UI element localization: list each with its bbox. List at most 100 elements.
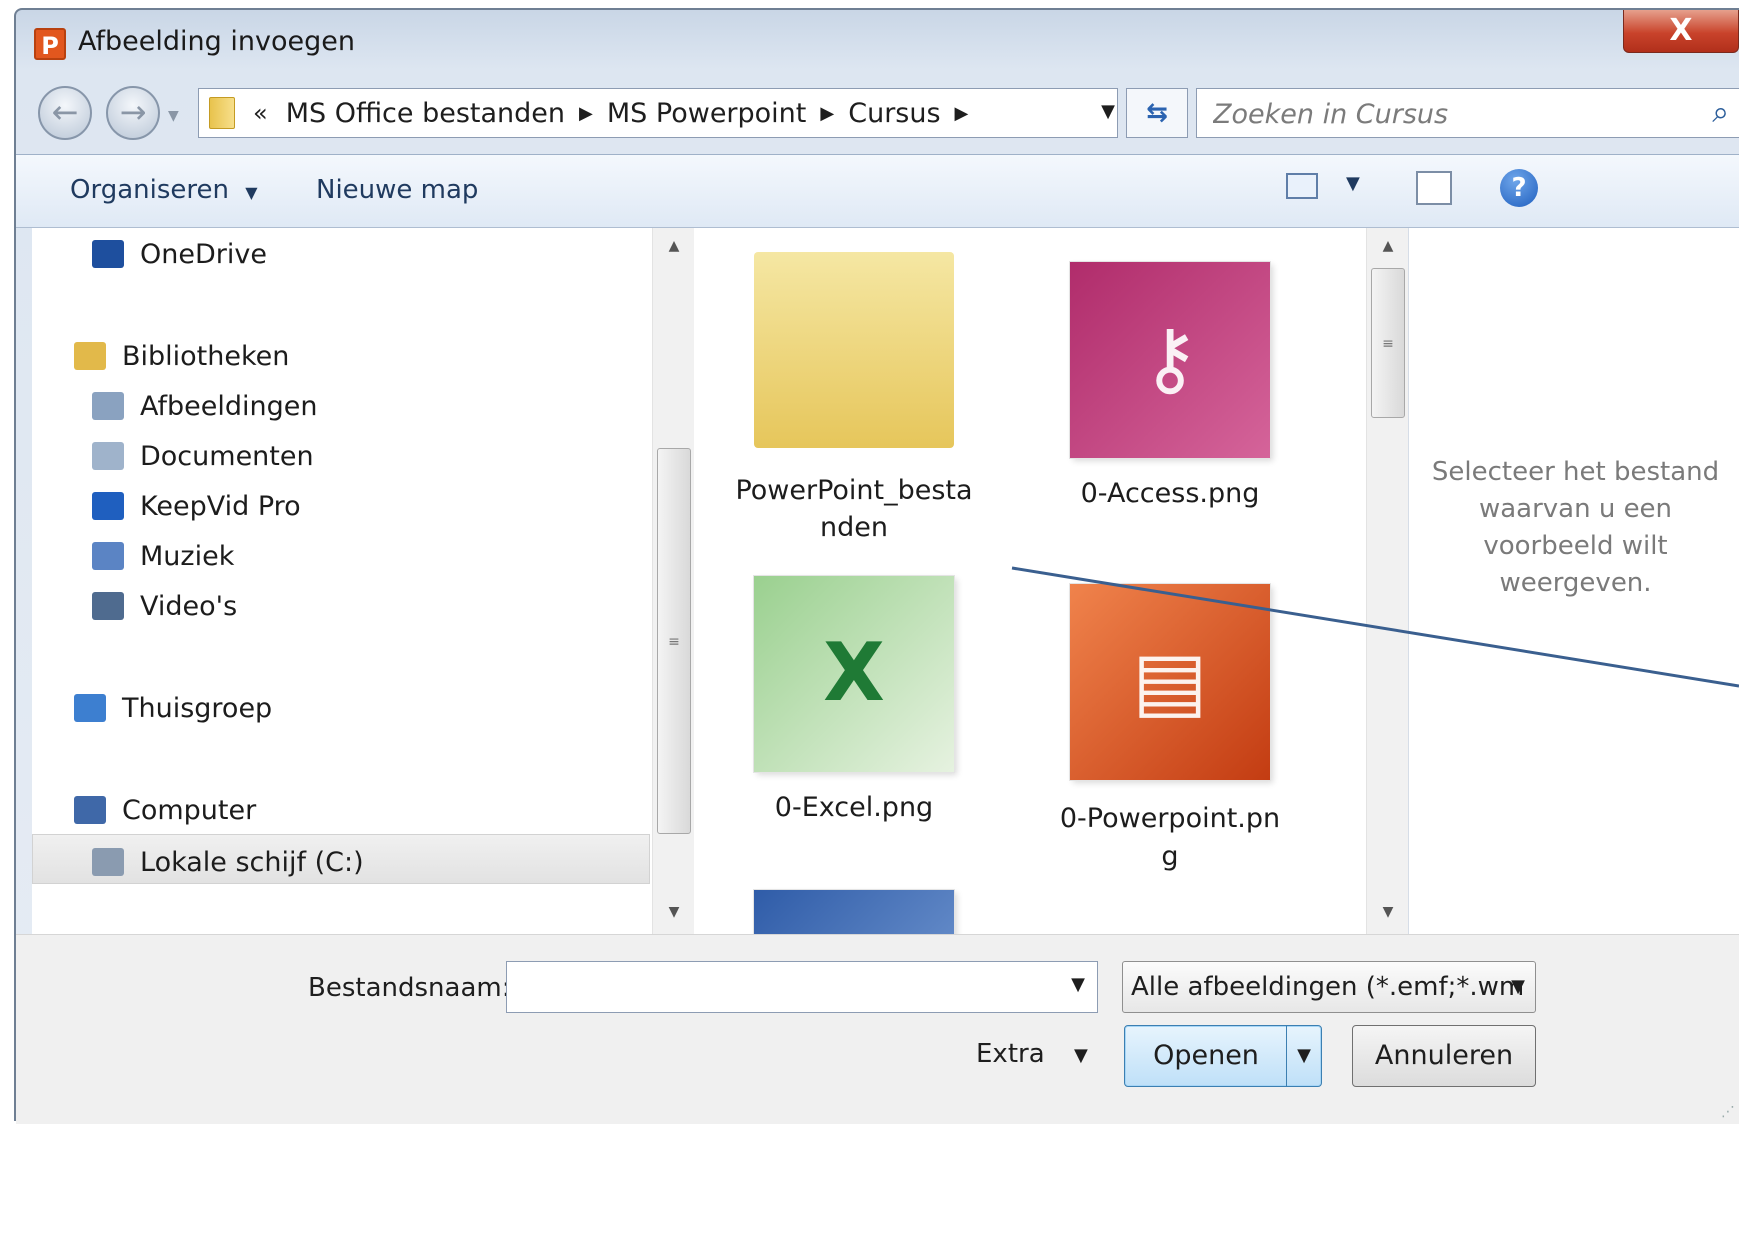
chevron-down-icon[interactable]: ▼ xyxy=(1511,962,1525,1012)
search-icon[interactable]: ⌕ xyxy=(1712,95,1729,130)
sidebar-item-label: Documenten xyxy=(140,440,314,472)
file-name: 0-Access.png xyxy=(1080,478,1260,509)
filename-label: Bestandsnaam: xyxy=(308,973,511,1003)
sidebar-item-bibliotheken[interactable]: Bibliotheken xyxy=(74,334,289,378)
arrow-left-icon: ← xyxy=(51,93,79,131)
view-options-dropdown-icon[interactable]: ▼ xyxy=(1346,173,1360,194)
file-name: 0-Powerpoint.pn g xyxy=(1059,803,1281,872)
back-button[interactable]: ← xyxy=(38,86,92,140)
insert-picture-dialog: P Afbeelding invoegen X ← → ▼ « MS Offic… xyxy=(14,8,1739,1124)
navigation-pane: OneDrive Bibliotheken Afbeeldingen Document… xyxy=(32,228,653,934)
documents-library-icon xyxy=(92,442,124,470)
refresh-icon: ⇆ xyxy=(1146,98,1168,128)
resize-grip-icon[interactable]: ⋰ xyxy=(1721,1104,1735,1120)
forward-button[interactable]: → xyxy=(106,86,160,140)
sidebar-item-label: KeepVid Pro xyxy=(140,490,301,522)
videos-library-icon xyxy=(92,592,124,620)
filetype-value: Alle afbeeldingen (*.emf;*.wm xyxy=(1131,972,1525,1002)
keepvid-icon xyxy=(92,492,124,520)
new-folder-button[interactable]: Nieuwe map xyxy=(316,175,478,205)
sidebar-item-documenten[interactable]: Documenten xyxy=(92,434,314,478)
navigation-scrollbar[interactable]: ▲ ≡ ▼ xyxy=(652,228,695,934)
sidebar-item-label: Video's xyxy=(140,590,238,622)
sidebar-item-label: Lokale schijf (C:) xyxy=(140,846,364,878)
file-item-excel[interactable]: X 0-Excel.png xyxy=(704,576,1004,823)
sidebar-item-computer[interactable]: Computer xyxy=(74,788,256,832)
sidebar-item-video-s[interactable]: Video's xyxy=(92,584,237,628)
breadcrumb-separator-icon[interactable]: ▶ xyxy=(955,103,969,124)
dialog-footer: Bestandsnaam: ▼ Alle afbeeldingen (*.emf… xyxy=(16,934,1739,1124)
preview-pane-toggle-icon[interactable] xyxy=(1416,171,1452,205)
powerpoint-app-icon: P xyxy=(34,28,66,60)
homegroup-icon xyxy=(74,694,106,722)
excel-thumbnail-icon: X xyxy=(754,576,954,772)
filetype-select[interactable]: Alle afbeeldingen (*.emf;*.wm ▼ xyxy=(1122,961,1536,1013)
close-button[interactable]: X xyxy=(1623,10,1739,53)
breadcrumb-overflow[interactable]: « xyxy=(253,99,268,127)
excel-x-icon: X xyxy=(823,626,885,719)
sidebar-item-label: Muziek xyxy=(140,540,235,572)
organize-label: Organiseren xyxy=(70,175,229,205)
tools-menu[interactable]: Extra xyxy=(976,1039,1045,1069)
file-item-access[interactable]: ⚷ 0-Access.png xyxy=(1020,262,1320,509)
sidebar-item-label: Thuisgroep xyxy=(122,692,273,724)
organize-menu[interactable]: Organiseren ▼ xyxy=(70,175,258,205)
folder-icon xyxy=(209,97,235,129)
sidebar-item-label: Bibliotheken xyxy=(122,340,290,372)
help-icon[interactable]: ? xyxy=(1500,169,1538,207)
file-name: PowerPoint_besta nden xyxy=(735,475,973,543)
local-disk-icon xyxy=(92,848,124,876)
word-thumbnail-icon xyxy=(754,890,954,934)
breadcrumb-cursus[interactable]: Cursus xyxy=(848,98,940,129)
file-item-folder[interactable]: PowerPoint_besta nden xyxy=(704,252,1004,546)
filename-input[interactable] xyxy=(515,970,1039,1006)
preview-message: Selecteer het bestand waarvan u een voor… xyxy=(1431,457,1720,598)
slide-icon: ▤ xyxy=(1132,634,1208,727)
sidebar-item-keepvid-pro[interactable]: KeepVid Pro xyxy=(92,484,301,528)
preview-pane: Selecteer het bestand waarvan u een voor… xyxy=(1408,228,1739,934)
file-list: PowerPoint_besta nden ⚷ 0-Access.png X 0… xyxy=(694,228,1366,934)
scroll-down-icon[interactable]: ▼ xyxy=(1367,904,1409,920)
sidebar-item-afbeeldingen[interactable]: Afbeeldingen xyxy=(92,384,318,428)
sidebar-item-onedrive[interactable]: OneDrive xyxy=(92,232,267,276)
title-bar[interactable]: P Afbeelding invoegen X xyxy=(16,10,1739,74)
cancel-button[interactable]: Annuleren xyxy=(1352,1025,1536,1087)
scroll-down-icon[interactable]: ▼ xyxy=(653,904,695,920)
command-bar: Organiseren ▼ Nieuwe map ▼ ? xyxy=(16,154,1739,228)
scroll-up-icon[interactable]: ▲ xyxy=(653,238,695,254)
search-box[interactable]: ⌕ xyxy=(1196,88,1739,138)
address-bar[interactable]: « MS Office bestanden ▶ MS Powerpoint ▶ … xyxy=(198,88,1118,138)
refresh-button[interactable]: ⇆ xyxy=(1126,88,1188,138)
sidebar-item-lokale-schijf-c[interactable]: Lokale schijf (C:) xyxy=(92,840,364,884)
pictures-library-icon xyxy=(92,392,124,420)
file-list-scrollbar[interactable]: ▲ ≡ ▼ xyxy=(1366,228,1409,934)
breadcrumb-ms-powerpoint[interactable]: MS Powerpoint xyxy=(607,98,807,129)
sidebar-item-thuisgroep[interactable]: Thuisgroep xyxy=(74,686,272,730)
chevron-down-icon: ▼ xyxy=(245,183,258,202)
sidebar-item-label: Computer xyxy=(122,794,257,826)
recent-locations-dropdown[interactable]: ▼ xyxy=(168,108,179,124)
scroll-up-icon[interactable]: ▲ xyxy=(1367,238,1409,254)
music-library-icon xyxy=(92,542,124,570)
file-item-powerpoint[interactable]: ▤ 0-Powerpoint.pn g xyxy=(1020,584,1320,876)
breadcrumb-ms-office[interactable]: MS Office bestanden xyxy=(286,98,565,129)
chevron-down-icon[interactable]: ▼ xyxy=(1071,974,1085,995)
access-thumbnail-icon: ⚷ xyxy=(1070,262,1270,458)
folder-thumbnail-icon xyxy=(754,252,954,448)
filename-combobox[interactable]: ▼ xyxy=(506,961,1098,1013)
open-options-dropdown-icon[interactable]: ▼ xyxy=(1286,1026,1321,1086)
address-dropdown-icon[interactable]: ▼ xyxy=(1101,101,1115,122)
open-button[interactable]: Openen ▼ xyxy=(1124,1025,1322,1087)
cloud-icon xyxy=(92,240,124,268)
breadcrumb-separator-icon[interactable]: ▶ xyxy=(820,103,834,124)
search-input[interactable] xyxy=(1211,97,1655,131)
change-view-icon[interactable] xyxy=(1286,173,1318,199)
sidebar-item-muziek[interactable]: Muziek xyxy=(92,534,234,578)
breadcrumb-separator-icon[interactable]: ▶ xyxy=(579,103,593,124)
navigation-scroll-thumb[interactable]: ≡ xyxy=(657,448,691,834)
chevron-down-icon[interactable]: ▼ xyxy=(1074,1045,1088,1066)
file-list-scroll-thumb[interactable]: ≡ xyxy=(1371,268,1405,418)
arrow-right-icon: → xyxy=(119,93,147,131)
file-item-partial[interactable] xyxy=(704,890,1004,934)
open-label: Openen xyxy=(1153,1040,1259,1071)
